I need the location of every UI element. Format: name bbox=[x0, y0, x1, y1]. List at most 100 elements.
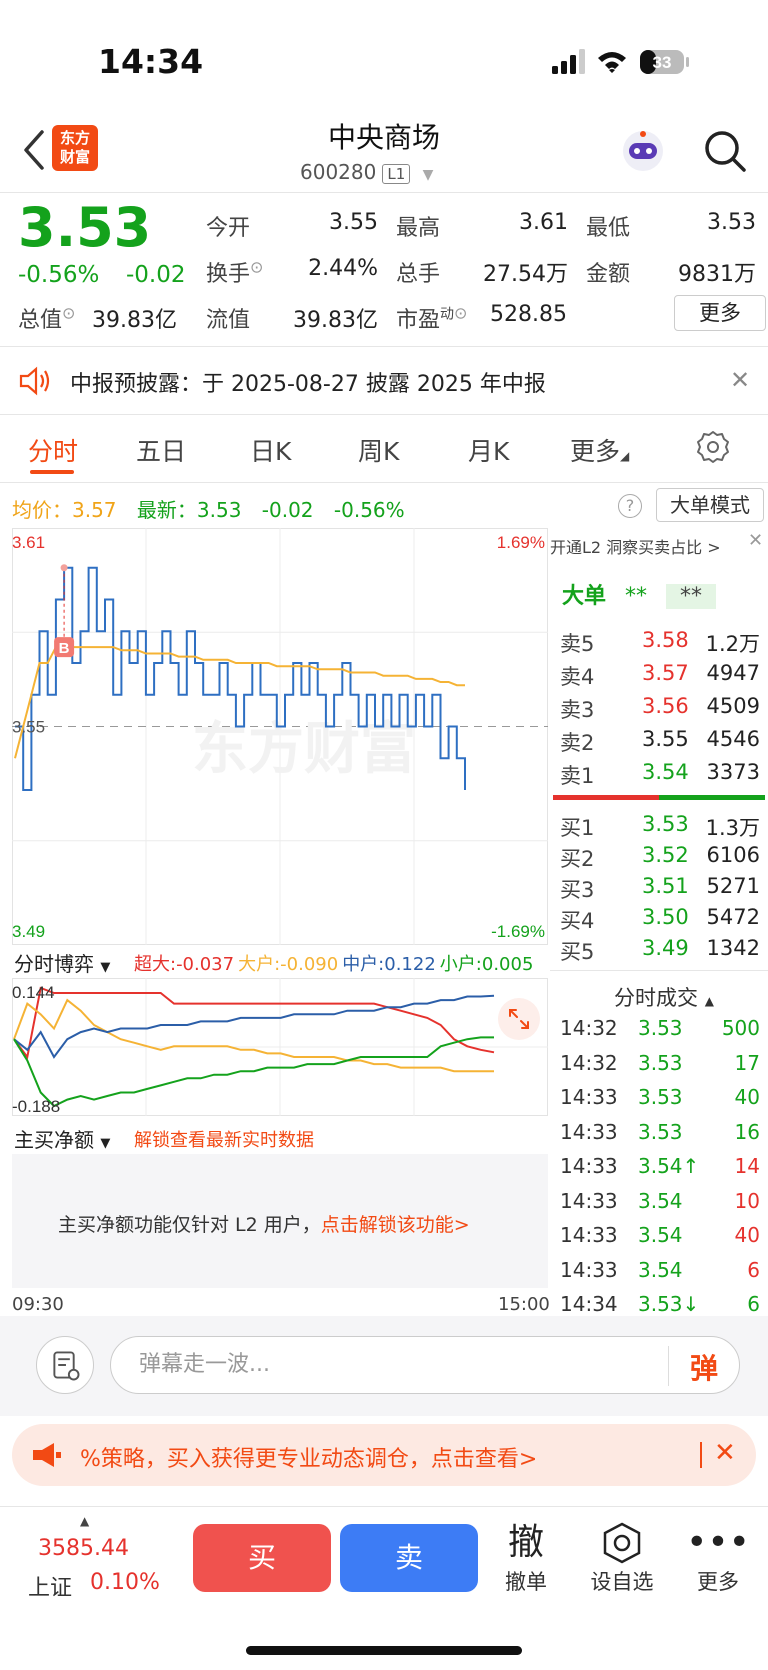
speaker-icon bbox=[19, 366, 50, 396]
trade-volume: 40 bbox=[734, 1223, 760, 1247]
trade-volume: 40 bbox=[734, 1085, 760, 1109]
close-icon[interactable]: ✕ bbox=[714, 1438, 736, 1468]
trade-row: 14:32 3.53 500 bbox=[556, 1016, 764, 1050]
trade-time: 14:33 bbox=[560, 1154, 618, 1178]
game-chart[interactable]: 0.144 -0.188 bbox=[12, 978, 548, 1116]
net-buy-message: 主买净额功能仅针对 L2 用户，点击解锁该功能> bbox=[58, 1214, 470, 1236]
trade-price: 3.53 bbox=[638, 1119, 683, 1144]
close-icon[interactable]: ✕ bbox=[748, 530, 763, 551]
index-value[interactable]: 3585.44 bbox=[38, 1536, 129, 1561]
intraday-chart[interactable]: 东方财富3.613.553.491.69%-1.69%B bbox=[12, 528, 548, 945]
ask-volume: 4509 bbox=[706, 694, 760, 718]
bid-row[interactable]: 买1 3.53 1.3万 bbox=[550, 812, 766, 844]
cancel-order-button[interactable]: 撤撤单 bbox=[486, 1520, 566, 1596]
sell-button[interactable]: 卖 bbox=[340, 1524, 478, 1592]
latest-change: -0.02 bbox=[261, 498, 314, 522]
search-icon[interactable] bbox=[702, 128, 748, 174]
tab-more[interactable]: 更多◢ bbox=[570, 432, 629, 468]
caret-up-icon: ▲ bbox=[704, 994, 714, 1008]
chevron-down-icon: ▼ bbox=[422, 167, 434, 183]
ask-volume: 3373 bbox=[706, 760, 760, 784]
latest-value: 3.53 bbox=[196, 498, 242, 522]
bid-row[interactable]: 买3 3.51 5271 bbox=[550, 874, 766, 906]
tab-daily-k[interactable]: 日K bbox=[250, 432, 291, 468]
y-tick-label: 3.49 bbox=[12, 922, 45, 941]
pe-value: 528.85 bbox=[490, 302, 567, 327]
info-dots-icon: ⊙ bbox=[62, 303, 76, 323]
l2-insight-link[interactable]: 开通L2 洞察买卖占比 > bbox=[550, 534, 721, 558]
ask-volume: 1.2万 bbox=[705, 632, 760, 656]
bid-label: 买5 bbox=[560, 940, 595, 964]
ask-row[interactable]: 卖3 3.56 4509 bbox=[550, 694, 766, 726]
float-cap-label: 流值 bbox=[206, 308, 251, 333]
trade-time: 14:33 bbox=[560, 1119, 618, 1144]
watchlist-icon bbox=[603, 1522, 641, 1564]
tab-five-day[interactable]: 五日 bbox=[136, 432, 186, 468]
trade-volume: 500 bbox=[721, 1016, 760, 1040]
signal-bar-3 bbox=[570, 55, 576, 74]
divider bbox=[0, 192, 768, 193]
amount-value: 9831万 bbox=[678, 262, 756, 287]
y-tick-label: 3.55 bbox=[12, 718, 45, 737]
avg-label: 均价： bbox=[12, 498, 72, 522]
net-buy-selector[interactable]: 主买净额 ▼ bbox=[14, 1124, 110, 1153]
stock-code-row[interactable]: 600280 L1 ▼ bbox=[300, 160, 433, 184]
bid-label: 买1 bbox=[560, 816, 595, 840]
promo-text[interactable]: %策略，买入获得更专业动态调仓，点击查看> bbox=[80, 1441, 537, 1473]
caret-icon: ◢ bbox=[620, 449, 630, 463]
divider bbox=[700, 1442, 702, 1468]
more-menu-button[interactable]: ••• 更多 bbox=[678, 1520, 758, 1596]
legend-entry: 小户:0.005 bbox=[439, 954, 534, 975]
ask-row[interactable]: 卖5 3.58 1.2万 bbox=[550, 628, 766, 660]
danmu-toggle-icon[interactable]: 弹 bbox=[690, 1347, 718, 1387]
pe-label: 市盈动⊙ bbox=[396, 303, 468, 333]
bid-volume: 1342 bbox=[706, 936, 760, 960]
help-icon[interactable]: ? bbox=[618, 494, 642, 518]
gear-icon[interactable] bbox=[696, 430, 730, 464]
open-value: 3.55 bbox=[329, 210, 378, 235]
megaphone-icon bbox=[33, 1443, 61, 1467]
robot-assistant-icon[interactable] bbox=[620, 128, 666, 174]
trade-time: 14:33 bbox=[560, 1223, 618, 1247]
trade-price: 3.53 bbox=[638, 1016, 683, 1040]
ask-label: 卖2 bbox=[560, 731, 595, 755]
note-settings-icon[interactable] bbox=[36, 1336, 94, 1394]
trade-price: 3.54 bbox=[638, 1257, 683, 1282]
danmu-input[interactable]: 弹幕走一波... bbox=[110, 1336, 740, 1394]
ask-row[interactable]: 卖4 3.57 4947 bbox=[550, 661, 766, 693]
unlock-feature-link[interactable]: 点击解锁该功能> bbox=[321, 1214, 470, 1236]
trade-volume: 17 bbox=[734, 1050, 760, 1075]
trade-price: 3.53↓ bbox=[638, 1292, 700, 1316]
trade-volume: 6 bbox=[747, 1257, 760, 1282]
trade-row: 14:33 3.54 6 bbox=[556, 1258, 764, 1292]
bid-price: 3.53 bbox=[642, 812, 689, 836]
unlock-link[interactable]: 解锁查看最新实时数据 bbox=[134, 1126, 314, 1152]
big-order-label: 大单 bbox=[562, 584, 607, 609]
big-order-mode-button[interactable]: 大单模式 bbox=[656, 488, 764, 522]
game-legend: 超大:-0.037 大户:-0.090 中户:0.122 小户:0.005 bbox=[134, 950, 533, 976]
notice-text[interactable]: 中报预披露：于 2025-08-27 披露 2025 年中报 bbox=[70, 366, 546, 398]
ask-row[interactable]: 卖2 3.55 4546 bbox=[550, 727, 766, 759]
total-cap-value: 39.83亿 bbox=[92, 308, 177, 333]
trade-volume: 16 bbox=[734, 1119, 760, 1144]
ask-row[interactable]: 卖1 3.54 3373 bbox=[550, 760, 766, 792]
buy-button[interactable]: 买 bbox=[193, 1524, 331, 1592]
y-tick-label: 0.144 bbox=[12, 983, 55, 1002]
game-selector[interactable]: 分时博弈 ▼ bbox=[14, 948, 110, 977]
trade-time: 14:33 bbox=[560, 1085, 618, 1109]
bid-row[interactable]: 买4 3.50 5472 bbox=[550, 905, 766, 937]
tab-intraday[interactable]: 分时 bbox=[28, 432, 78, 468]
trade-price: 3.53 bbox=[638, 1050, 683, 1075]
turnover-label: 换手⊙ bbox=[206, 257, 264, 287]
low-label: 最低 bbox=[586, 216, 631, 241]
expand-icon[interactable] bbox=[498, 998, 540, 1040]
add-watchlist-button[interactable]: 设自选 bbox=[582, 1520, 662, 1596]
bid-row[interactable]: 买5 3.49 1342 bbox=[550, 936, 766, 968]
close-icon[interactable]: ✕ bbox=[730, 366, 750, 394]
tab-monthly-k[interactable]: 月K bbox=[468, 432, 509, 468]
more-fields-button[interactable]: 更多 bbox=[674, 295, 766, 331]
trades-title[interactable]: 分时成交 ▲ bbox=[614, 982, 714, 1012]
bid-row[interactable]: 买2 3.52 6106 bbox=[550, 843, 766, 875]
trade-time: 14:34 bbox=[560, 1292, 618, 1316]
tab-weekly-k[interactable]: 周K bbox=[358, 432, 399, 468]
